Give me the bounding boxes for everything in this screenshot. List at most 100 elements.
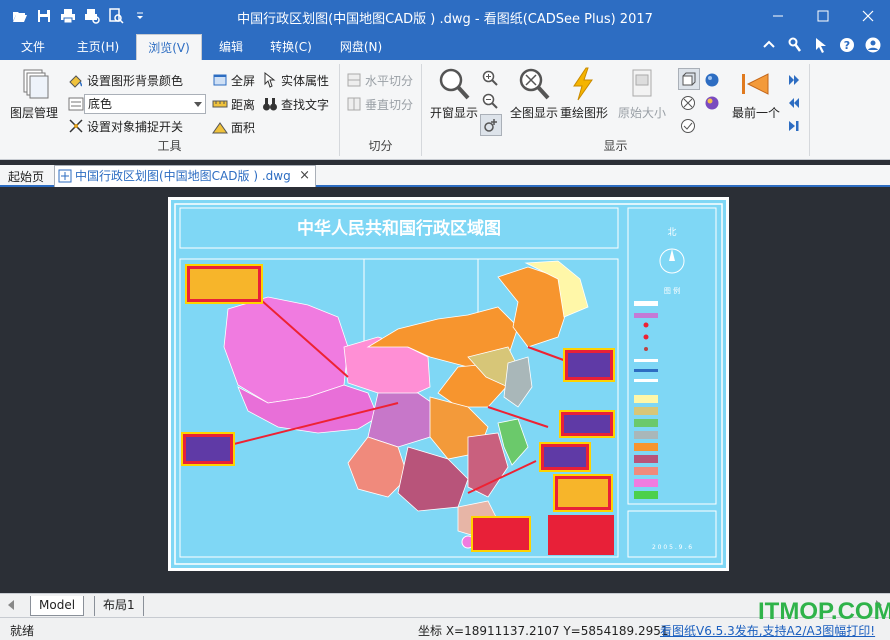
pan-button[interactable] [480,114,502,136]
set-background-button[interactable]: 设置图形背景颜色 [68,70,183,90]
wrench-icon[interactable] [786,36,804,54]
find-text-button[interactable]: 查找文字 [262,94,329,114]
original-size-icon [632,69,652,97]
vertical-split-button[interactable]: 垂直切分 [346,94,413,114]
ribbon-tab-bar: 文件 主页(H) 浏览(V) 编辑 转换(C) 网盘(N) ? [0,32,890,60]
window-zoom-button[interactable]: 开窗显示 [426,66,482,121]
maximize-button[interactable] [800,0,845,32]
north-label: 北 [667,227,676,238]
view-mode-2-button[interactable] [680,93,696,113]
watermark: ITMOP.COM [758,598,890,625]
title-bar: 中国行政区划图(中国地图CAD版 ) .dwg - 看图纸(CADSee Plu… [0,0,890,32]
zoom-in-button[interactable] [482,68,498,88]
tab-browse[interactable]: 浏览(V) [136,34,202,60]
entity-properties-button[interactable]: 实体属性 [262,70,329,90]
tab-home[interactable]: 主页(H) [66,34,130,60]
chevron-down-icon [194,102,202,107]
window-controls [755,0,890,32]
area-icon [212,122,228,134]
double-chevron-right-icon [789,75,799,85]
color-swatch-icon [68,97,84,111]
fullscreen-button[interactable]: 全屏 [212,70,255,90]
cube-view-icon [682,72,696,86]
view-mode-1-button[interactable] [678,68,700,90]
status-bar: 就绪 坐标 X=18911137.2107 Y=5854189.2951 看图纸… [0,617,890,640]
redraw-button[interactable]: 重绘图形 [556,66,612,121]
coordinate-readout: 坐标 X=18911137.2107 Y=5854189.2951 [418,624,669,638]
distance-button[interactable]: 距离 [212,94,255,114]
split-vertical-icon [347,97,361,111]
tab-file[interactable]: 文件 [10,34,56,60]
layer-manager-button[interactable]: 图层管理 [6,66,62,121]
scroll-left-icon[interactable] [8,600,14,610]
close-button[interactable] [845,0,890,32]
fullscreen-icon [213,74,227,86]
pan-icon [484,119,497,132]
split-horizontal-icon [347,73,361,87]
split-group-label: 切分 [368,139,393,153]
render-gold-button[interactable] [704,93,720,113]
help-icon[interactable]: ? [838,36,856,54]
arrow-left-icon [742,73,769,95]
last-view-button[interactable] [786,116,802,136]
binoculars-icon [263,98,277,111]
tab-layout1[interactable]: 布局1 [94,596,144,616]
user-icon[interactable] [864,36,882,54]
tab-convert[interactable]: 转换(C) [260,34,322,60]
layers-icon [23,69,49,99]
full-view-button[interactable]: 全图显示 [506,66,562,121]
zoom-extents-icon [519,68,550,100]
map-title: 中华人民共和国行政区域图 [297,218,501,239]
zoom-out-button[interactable] [482,91,498,111]
sphere-gold-icon [705,96,719,110]
layout-tab-bar: Model 布局1 [0,593,890,617]
zoom-in-icon [482,70,498,86]
zoom-out-icon [482,93,498,109]
collapse-ribbon-icon[interactable] [760,36,778,54]
dwg-file-icon [58,169,72,183]
minimize-button[interactable] [755,0,800,32]
pointer-icon[interactable] [812,36,830,54]
render-blue-button[interactable] [704,70,720,90]
tools-group-label: 工具 [157,139,182,153]
first-view-button[interactable]: 最前一个 [728,66,784,121]
skip-end-icon [789,121,799,131]
svg-text:?: ? [844,39,850,52]
next-view-button[interactable] [786,70,802,90]
magnifier-icon [439,68,470,100]
tab-drawing-file[interactable]: 中国行政区划图(中国地图CAD版 ) .dwg × [54,165,316,187]
layer-manager-label: 图层管理 [9,106,58,120]
close-tab-icon[interactable]: × [299,166,310,186]
tab-edit[interactable]: 编辑 [208,34,254,60]
tab-netdisk[interactable]: 网盘(N) [330,34,392,60]
lightning-icon [573,67,593,101]
sphere-blue-icon [705,73,719,87]
original-size-button[interactable]: 原始大小 [614,66,670,121]
paint-icon [69,75,83,88]
drawing-canvas[interactable]: 中华人民共和国行政区域图 北 图 例 2 0 0 5 . 9 . 6 [0,189,890,593]
snap-toggle-button[interactable]: 设置对象捕捉开关 [68,116,183,136]
view-mode-3-button[interactable] [680,116,696,136]
ruler-icon [212,100,228,108]
circle-check-icon [681,119,695,133]
display-group-label: 显示 [603,139,628,153]
tab-start-page[interactable]: 起始页 [8,168,44,185]
double-chevron-left-icon [789,98,799,108]
background-color-select[interactable]: 底色 [84,94,206,114]
ribbon-right-tools: ? [760,36,882,54]
map-drawing: 中华人民共和国行政区域图 北 图 例 2 0 0 5 . 9 . 6 [168,197,729,571]
circle-cross-icon [681,96,695,110]
horizontal-split-button[interactable]: 水平切分 [346,70,413,90]
area-button[interactable]: 面积 [212,117,255,137]
document-tab-bar: 起始页 中国行政区划图(中国地图CAD版 ) .dwg × [0,165,890,187]
snap-icon [69,119,83,133]
legend-title: 图 例 [664,286,680,295]
status-text: 就绪 [10,624,35,638]
cursor-select-icon [264,72,276,88]
prev-view-button[interactable] [786,93,802,113]
ribbon-panel: 图层管理 设置图形背景颜色 底色 设置对象捕捉开关 全屏 距离 面积 实体属性 … [0,60,890,160]
group-display: 开窗显示 全图显示 重绘图形 原始大小 最前一个 显示 [422,64,810,156]
map-date: 2 0 0 5 . 9 . 6 [652,544,692,551]
group-tools: 图层管理 设置图形背景颜色 底色 设置对象捕捉开关 全屏 距离 面积 实体属性 … [0,64,340,156]
tab-model[interactable]: Model [30,596,85,616]
